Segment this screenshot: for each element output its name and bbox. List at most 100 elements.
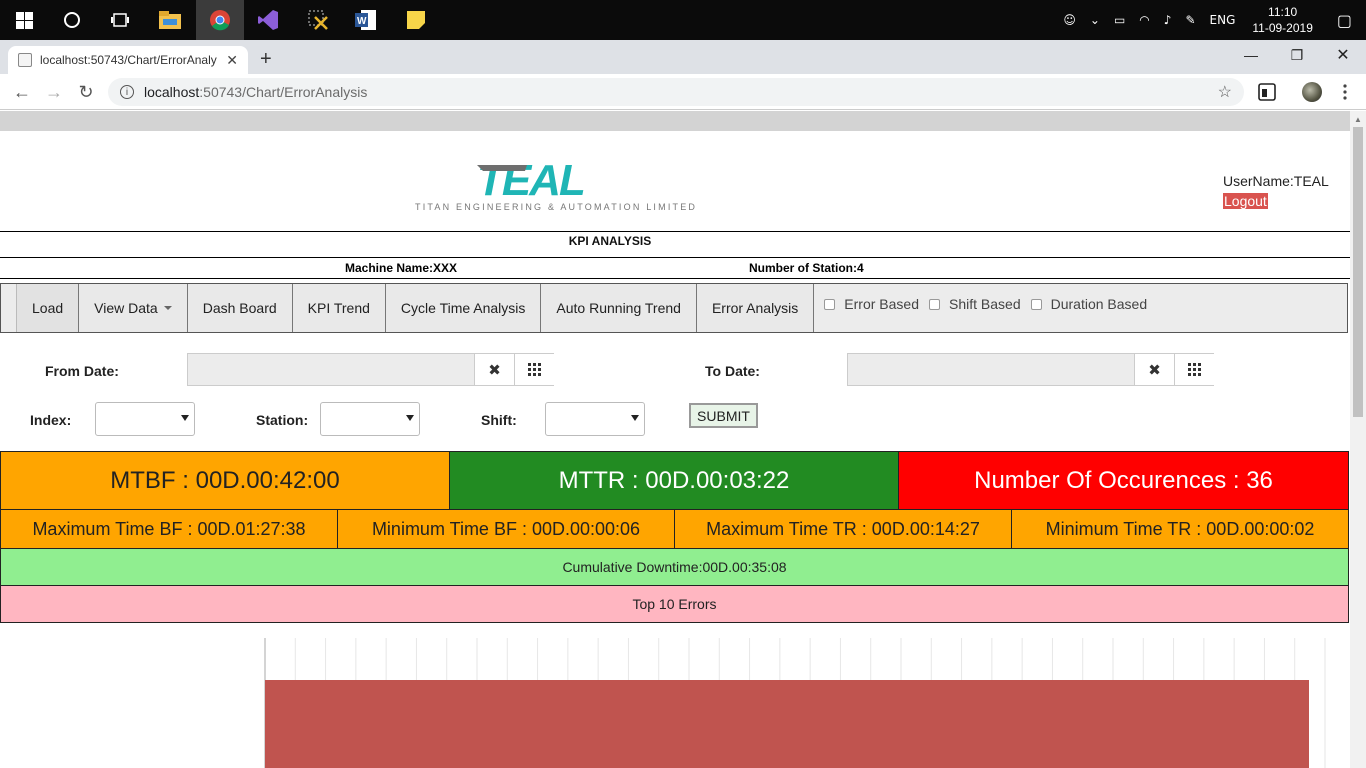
nav-cycle-time-analysis[interactable]: Cycle Time Analysis	[385, 284, 542, 332]
station-select[interactable]	[320, 402, 420, 436]
shift-based-checkbox[interactable]: Shift Based	[929, 284, 1021, 332]
restore-icon[interactable]: ❐	[1274, 40, 1320, 70]
url-path: :50743/Chart/ErrorAnalysis	[199, 84, 368, 100]
menu-dots-icon[interactable]	[1336, 83, 1354, 101]
shift-select[interactable]	[545, 402, 645, 436]
max-tr-value: Maximum Time TR : 00D.00:14:27	[706, 518, 980, 539]
caret-down-icon	[163, 306, 172, 310]
reload-icon[interactable]: ↻	[74, 80, 98, 104]
site-info-icon[interactable]: i	[120, 85, 134, 99]
nav-load[interactable]: Load	[16, 284, 80, 332]
dropdown-arrow-icon	[406, 415, 414, 421]
clock-time: 11:10	[1268, 5, 1298, 19]
duration-based-label: Duration Based	[1050, 296, 1148, 312]
extension-icon[interactable]	[1258, 83, 1276, 101]
logout-link[interactable]: Logout	[1223, 193, 1268, 209]
divider	[0, 278, 1350, 279]
scrollbar-thumb[interactable]	[1353, 127, 1363, 417]
teal-logo: TEAL TITAN ENGINEERING & AUTOMATION LIMI…	[415, 157, 697, 212]
nav-kpi-trend[interactable]: KPI Trend	[292, 284, 386, 332]
nav-dash-board[interactable]: Dash Board	[187, 284, 293, 332]
windows-start-icon[interactable]	[0, 0, 48, 40]
mtbf-value: MTBF : 00D.00:42:00	[110, 466, 340, 494]
close-window-icon[interactable]: ✕	[1320, 40, 1366, 70]
clock[interactable]: 11:10 11-09-2019	[1242, 4, 1323, 36]
tab-title: localhost:50743/Chart/ErrorAnaly	[40, 53, 217, 67]
station-count: Number of Station:4	[749, 261, 864, 275]
mtbf-panel: MTBF : 00D.00:42:00	[0, 451, 450, 510]
cumulative-downtime-value: Cumulative Downtime:00D.00:35:08	[562, 559, 787, 575]
windows-taskbar: W ☺ ⌄ ▭ ◠ ♪ ✎ ENG 11:10 11-09-2019 ▢	[0, 0, 1366, 40]
minimize-icon[interactable]: —	[1228, 40, 1274, 70]
url-field[interactable]: i localhost:50743/Chart/ErrorAnalysis ☆	[108, 78, 1244, 106]
nav-error-analysis-label: Error Analysis	[711, 300, 799, 316]
search-icon[interactable]	[48, 0, 96, 40]
chart-bar	[265, 680, 1309, 768]
sticky-notes-icon[interactable]	[392, 0, 440, 40]
scroll-up-icon[interactable]: ▲	[1354, 115, 1362, 124]
min-tr-panel: Minimum Time TR : 00D.00:00:02	[1011, 509, 1349, 549]
checkbox-box[interactable]	[1030, 298, 1042, 310]
page-favicon-icon	[18, 53, 32, 67]
logo-subtitle: TITAN ENGINEERING & AUTOMATION LIMITED	[415, 202, 697, 212]
task-view-icon[interactable]	[96, 0, 144, 40]
calendar-grid-icon[interactable]	[514, 354, 554, 385]
battery-icon[interactable]: ▭	[1107, 13, 1132, 27]
mttr-value: MTTR : 00D.00:03:22	[558, 466, 790, 494]
nav-kpi-trend-label: KPI Trend	[307, 300, 370, 316]
chrome-icon[interactable]	[196, 0, 244, 40]
word-icon[interactable]: W	[342, 0, 390, 40]
min-bf-value: Minimum Time BF : 00D.00:00:06	[371, 518, 641, 539]
file-explorer-icon[interactable]	[146, 0, 194, 40]
to-date-field[interactable]: ✖	[847, 353, 1214, 386]
logo-text: TEAL	[477, 157, 584, 205]
top-errors-panel: Top 10 Errors	[0, 585, 1349, 623]
checkbox-box[interactable]	[824, 298, 836, 310]
to-date-label: To Date:	[705, 363, 760, 379]
checkbox-box[interactable]	[929, 298, 940, 310]
from-date-field[interactable]: ✖	[187, 353, 554, 386]
nav-view-data[interactable]: View Data	[79, 284, 188, 332]
chevron-up-icon[interactable]: ⌄	[1083, 13, 1107, 27]
visual-studio-icon[interactable]	[244, 0, 292, 40]
pen-icon[interactable]: ✎	[1178, 13, 1202, 27]
nav-cycle-time-label: Cycle Time Analysis	[400, 300, 526, 316]
index-select[interactable]	[95, 402, 195, 436]
nav-dash-board-label: Dash Board	[202, 300, 277, 316]
nav-error-analysis[interactable]: Error Analysis	[696, 284, 815, 332]
back-icon[interactable]: ←	[10, 80, 34, 104]
people-icon[interactable]: ☺	[1056, 13, 1083, 27]
svg-text:W: W	[357, 16, 367, 27]
wifi-icon[interactable]: ◠	[1132, 13, 1156, 27]
vertical-scrollbar[interactable]: ▲	[1350, 111, 1366, 768]
volume-icon[interactable]: ♪	[1157, 13, 1179, 27]
shift-based-label: Shift Based	[949, 296, 1021, 312]
profile-avatar[interactable]	[1302, 82, 1322, 102]
notifications-icon[interactable]: ▢	[1323, 11, 1366, 30]
main-nav: Load View Data Dash Board KPI Trend Cycl…	[0, 283, 1348, 333]
browser-tab[interactable]: localhost:50743/Chart/ErrorAnaly ✕	[8, 46, 248, 74]
divider	[0, 231, 1350, 232]
new-tab-icon[interactable]: +	[260, 48, 272, 71]
nav-load-label: Load	[32, 300, 64, 316]
bookmark-star-icon[interactable]: ☆	[1218, 82, 1232, 102]
calendar-grid-icon[interactable]	[1174, 354, 1214, 385]
submit-button[interactable]: SUBMIT	[689, 403, 758, 428]
from-date-label: From Date:	[45, 363, 119, 379]
min-tr-value: Minimum Time TR : 00D.00:00:02	[1045, 518, 1315, 539]
nav-auto-running-trend[interactable]: Auto Running Trend	[541, 284, 697, 332]
address-bar: ← → ↻ i localhost:50743/Chart/ErrorAnaly…	[0, 74, 1366, 110]
clear-icon[interactable]: ✖	[474, 354, 514, 385]
snipping-tool-icon[interactable]	[294, 0, 342, 40]
occurences-value: Number Of Occurences : 36	[974, 466, 1273, 494]
cumulative-downtime-panel: Cumulative Downtime:00D.00:35:08	[0, 548, 1349, 586]
browser-tab-bar: localhost:50743/Chart/ErrorAnaly ✕ +	[0, 40, 1366, 74]
language-indicator[interactable]: ENG	[1203, 13, 1243, 27]
duration-based-checkbox[interactable]: Duration Based	[1030, 284, 1148, 332]
url-host: localhost	[144, 84, 200, 100]
close-tab-icon[interactable]: ✕	[226, 52, 238, 69]
error-based-checkbox[interactable]: Error Based	[824, 284, 919, 332]
clear-icon[interactable]: ✖	[1134, 354, 1174, 385]
forward-icon[interactable]: →	[42, 80, 66, 104]
nav-auto-running-label: Auto Running Trend	[556, 300, 681, 316]
